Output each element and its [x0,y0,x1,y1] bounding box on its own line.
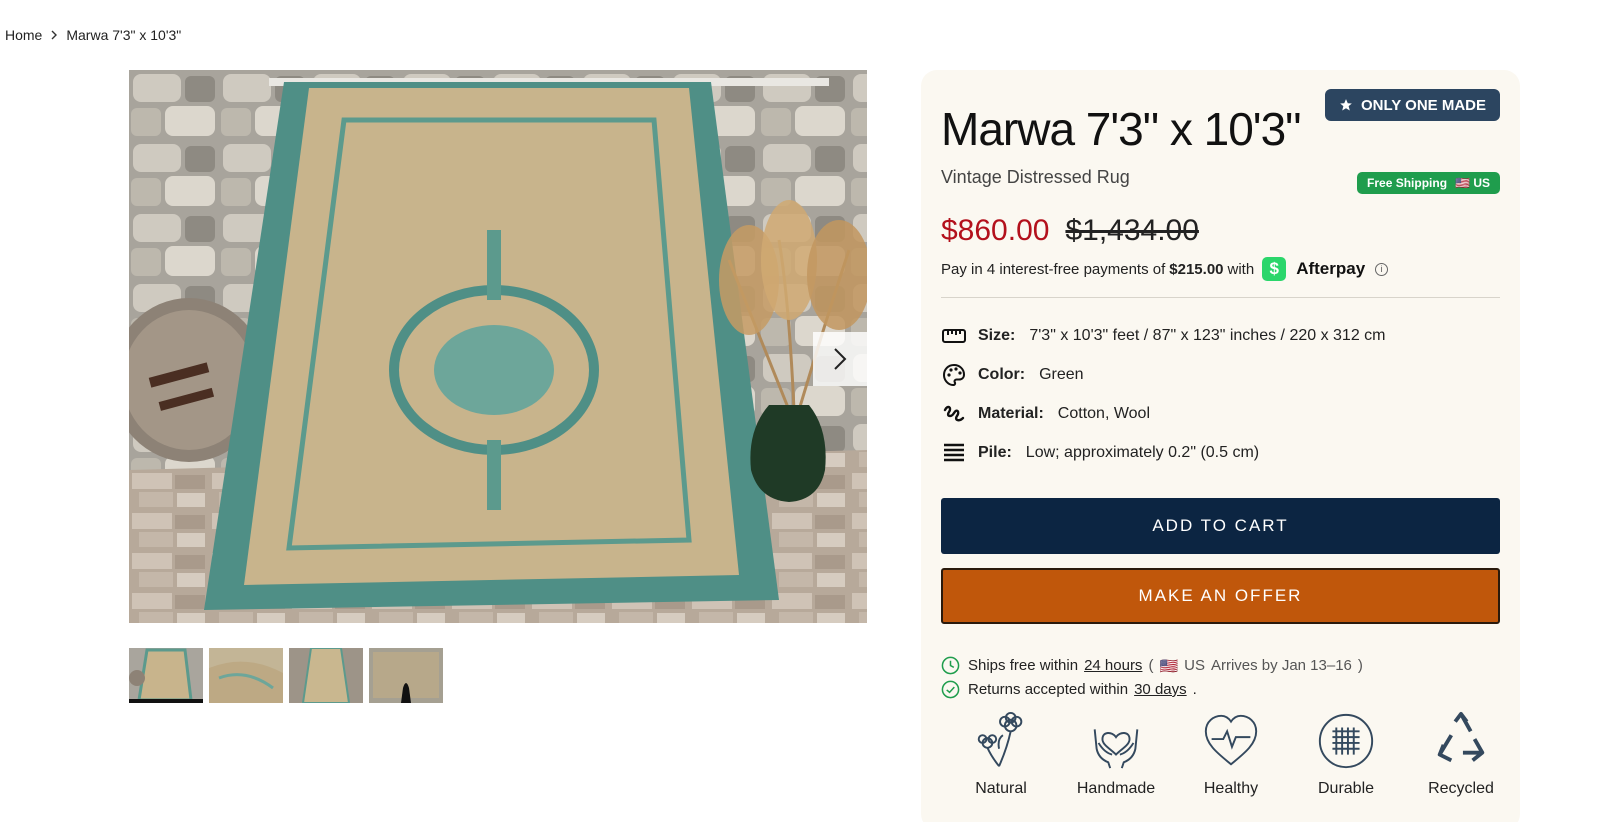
breadcrumb-home-link[interactable]: Home [5,27,42,43]
feature-label: Durable [1317,780,1375,797]
ships-prefix: Ships free within [968,657,1079,674]
returns-prefix: Returns accepted within [968,681,1129,698]
thumbnail-3[interactable] [289,648,363,703]
feature-label: Recycled [1428,780,1494,797]
next-image-button[interactable] [813,332,867,386]
spec-pile: Pile: Low; approximately 0.2" (0.5 cm) [941,440,1259,466]
afterpay-with: with [1227,260,1255,278]
sale-price: $860.00 [941,214,1050,247]
feature-label: Natural [975,780,1027,797]
recycle-icon [1437,711,1485,763]
spec-size: Size: 7'3" x 10'3" feet / 87" x 123" inc… [941,323,1386,349]
afterpay-brand: Afterpay [1296,259,1366,278]
clock-icon [941,656,960,675]
only-one-made-badge: ONLY ONE MADE [1324,89,1500,121]
close-paren: ) [1357,657,1363,674]
hands-heart-icon [1093,729,1139,769]
info-icon[interactable]: i [1375,262,1389,276]
feature-natural: Natural [951,710,1051,798]
spec-value: 7'3" x 10'3" feet / 87" x 123" inches / … [1029,327,1386,344]
add-to-cart-button[interactable]: ADD TO CART [941,498,1500,554]
returns-days-link[interactable]: 30 days [1134,681,1187,698]
spec-material: Material: Cotton, Wool [941,401,1150,427]
make-offer-button[interactable]: MAKE AN OFFER [941,568,1500,624]
ruler-icon [941,323,967,349]
afterpay-logo-icon: $ [1262,257,1287,281]
feature-recycled: Recycled [1411,710,1511,798]
spec-label: Color: [978,366,1026,383]
chevron-right-icon [834,348,847,370]
us-flag-icon: 🇺🇸 [1159,657,1179,675]
region: US [1184,657,1205,674]
star-icon [1340,99,1352,111]
thumbnail-1[interactable] [129,648,203,703]
yarn-icon [941,401,967,427]
thumbnail-strip [129,648,443,703]
spec-value: Low; approximately 0.2" (0.5 cm) [1025,444,1260,461]
divider [941,297,1500,298]
feature-icons: Natural Handmade Healthy Durable Recycle… [951,710,1511,798]
check-circle-icon [941,680,960,699]
spec-label: Material: [978,405,1044,422]
badge-text: ONLY ONE MADE [1360,96,1486,114]
feature-label: Handmade [1076,780,1156,797]
spec-color: Color: Green [941,362,1084,388]
product-subtitle: Vintage Distressed Rug [941,167,1130,187]
open-paren: ( [1148,657,1154,674]
returns-line: Returns accepted within 30 days . [941,680,1197,699]
heartbeat-icon [1204,714,1258,766]
afterpay-prefix: Pay in 4 interest-free payments of [941,260,1166,278]
pile-icon [941,440,967,466]
rug-photo [129,70,867,623]
original-price: $1,434.00 [1065,214,1199,247]
free-shipping-badge: Free Shipping 🇺🇸 US [1357,172,1500,194]
thumbnail-2[interactable] [209,648,283,703]
returns-suffix: . [1192,681,1197,698]
product-info-panel: Marwa 7'3" x 10'3" ONLY ONE MADE Vintage… [921,70,1520,822]
feature-durable: Durable [1296,710,1396,798]
feature-handmade: Handmade [1066,710,1166,798]
price-block: $860.00 $1,434.00 [941,214,1199,248]
free-shipping-label: Free Shipping [1367,176,1448,190]
feature-label: Healthy [1203,780,1259,797]
breadcrumb-current: Marwa 7'3" x 10'3" [66,27,182,43]
product-image-gallery[interactable] [129,70,867,623]
ships-hours-link[interactable]: 24 hours [1084,657,1142,674]
palette-icon [941,362,967,388]
spec-label: Size: [978,327,1016,344]
product-title: Marwa 7'3" x 10'3" [941,103,1302,155]
spec-value: Green [1039,366,1084,383]
shipping-region: US [1473,176,1490,190]
woven-icon [1318,713,1374,769]
flowers-icon [977,711,1023,767]
ships-free-line: Ships free within 24 hours ( 🇺🇸 US Arriv… [941,656,1363,675]
breadcrumb: Home Marwa 7'3" x 10'3" [5,27,181,43]
feature-healthy: Healthy [1181,710,1281,798]
spec-value: Cotton, Wool [1057,405,1150,422]
thumbnail-4[interactable] [369,648,443,703]
us-flag-icon: 🇺🇸 [1455,176,1470,190]
afterpay-amount: $215.00 [1169,260,1224,278]
spec-label: Pile: [978,444,1012,461]
chevron-right-icon [48,29,60,41]
arrival-estimate: Arrives by Jan 13–16 [1210,657,1352,674]
afterpay-message: Pay in 4 interest-free payments of $215.… [941,257,1389,281]
